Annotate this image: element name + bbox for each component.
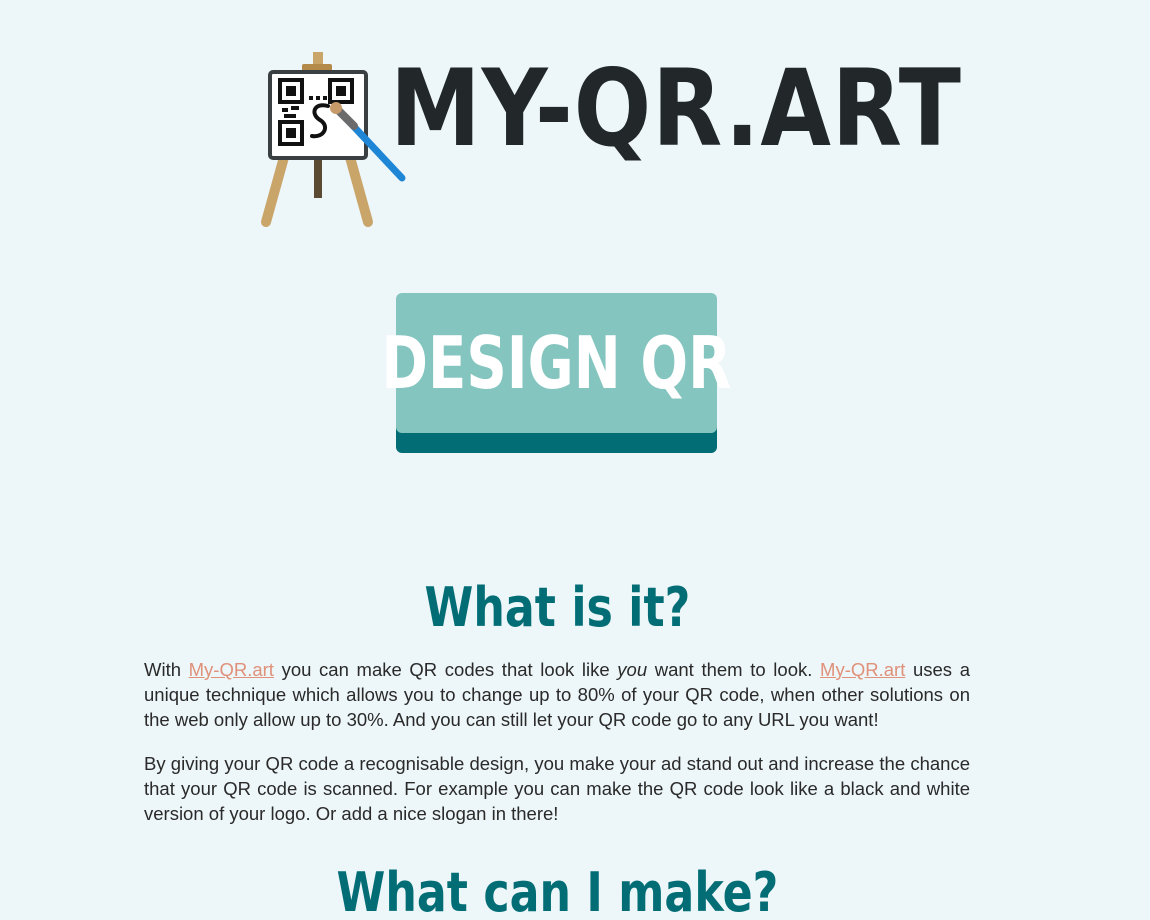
design-qr-label: DESIGN QR bbox=[381, 321, 732, 405]
site-logo[interactable]: MY-QR.ART bbox=[258, 50, 961, 230]
my-qr-art-link[interactable]: My-QR.art bbox=[189, 659, 274, 680]
para1-emphasis: you bbox=[617, 659, 648, 680]
intro-paragraph: With My-QR.art you can make QR codes tha… bbox=[144, 657, 970, 732]
page: MY-QR.ART DESIGN QR What is it? With My-… bbox=[0, 0, 1150, 920]
para1-text-1: With bbox=[144, 659, 189, 680]
my-qr-art-link-2[interactable]: My-QR.art bbox=[820, 659, 905, 680]
button-face: DESIGN QR bbox=[382, 293, 731, 433]
para1-text-3: want them to look. bbox=[647, 659, 821, 680]
logo-text: MY-QR.ART bbox=[390, 47, 962, 170]
design-qr-button[interactable]: DESIGN QR bbox=[382, 293, 731, 453]
para1-text-2: you can make QR codes that look like bbox=[273, 659, 618, 680]
design-paragraph: By giving your QR code a recognisable de… bbox=[144, 753, 970, 824]
easel-qr-icon bbox=[261, 52, 406, 227]
what-is-it-heading: What is it? bbox=[424, 576, 691, 639]
what-can-i-make-heading: What can I make? bbox=[336, 861, 779, 920]
